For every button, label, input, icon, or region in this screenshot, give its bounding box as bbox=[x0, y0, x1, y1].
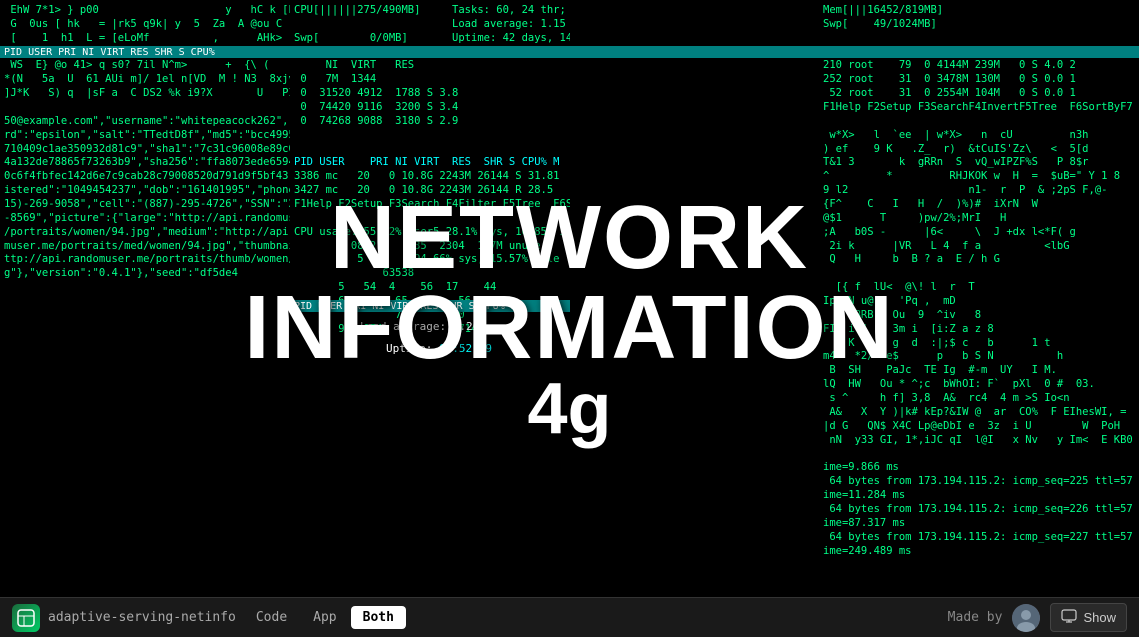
app-icon-svg bbox=[17, 609, 35, 627]
show-label: Show bbox=[1083, 610, 1116, 625]
show-button[interactable]: Show bbox=[1050, 603, 1127, 632]
right-terminal-panel: Mem[|||16452/819MB] Swp[ 49/1024MB] PID … bbox=[819, 0, 1139, 557]
tab-group: Code App Both bbox=[244, 606, 406, 629]
avatar-svg bbox=[1012, 604, 1040, 632]
avatar bbox=[1012, 604, 1040, 632]
terminal-background: EhW 7*1> } p00 y hC k [h0 ( 9 z1 G 0us [… bbox=[0, 0, 1139, 597]
load-average: Load average: 1.20 bbox=[360, 320, 479, 333]
tab-code[interactable]: Code bbox=[244, 606, 299, 629]
mid-terminal-panel: CPU[||||||275/490MB] Tasks: 60, 24 thr; … bbox=[290, 0, 570, 557]
htop-bar-mid: PID USER PRI NI VIRT RES SHR S CPU% M bbox=[290, 300, 570, 312]
bottom-left-section: adaptive-serving-netinfo Code App Both bbox=[12, 604, 406, 632]
tab-both[interactable]: Both bbox=[351, 606, 406, 629]
tab-app[interactable]: App bbox=[301, 606, 348, 629]
bottom-bar: adaptive-serving-netinfo Code App Both M… bbox=[0, 597, 1139, 637]
left-terminal-panel: EhW 7*1> } p00 y hC k [h0 ( 9 z1 G 0us [… bbox=[0, 0, 290, 557]
show-icon bbox=[1061, 608, 1077, 627]
app-icon bbox=[12, 604, 40, 632]
app-name-label: adaptive-serving-netinfo bbox=[48, 610, 236, 625]
made-by-label: Made by bbox=[948, 610, 1003, 625]
uptime-display: Uptime: 09:52:19 bbox=[380, 340, 498, 357]
htop-bar-top: PID USER PRI NI VIRT RES SHR S CPU% bbox=[0, 46, 1139, 58]
bottom-right-section: Made by Show bbox=[948, 603, 1127, 632]
